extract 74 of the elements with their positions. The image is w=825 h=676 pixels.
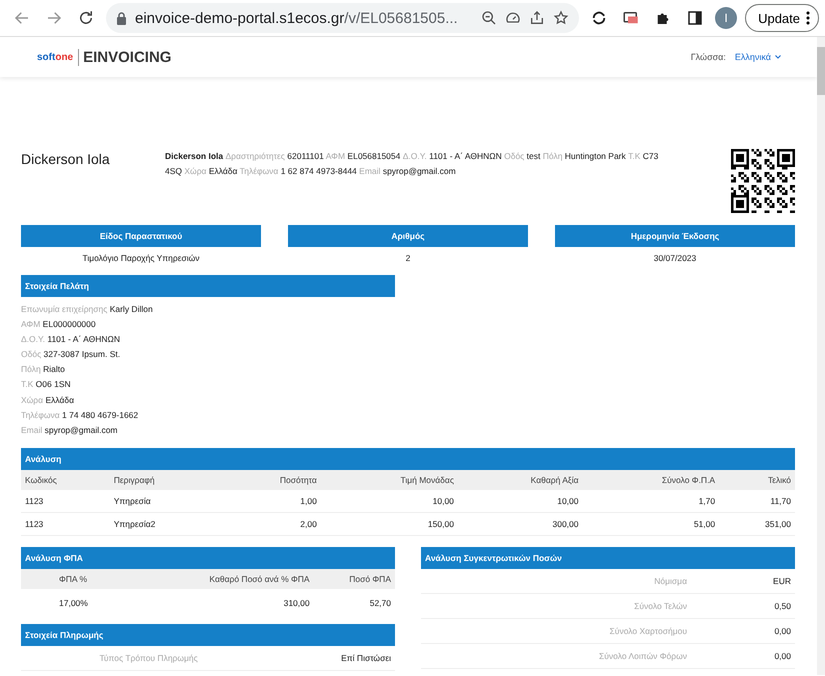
section-header: Ημερομηνία Έκδοσης xyxy=(555,225,795,247)
column-header: ΦΠΑ % xyxy=(21,568,137,589)
issuer-title: Dickerson Iola xyxy=(21,150,111,167)
more-icon xyxy=(806,11,810,25)
table-cell: 51,00 xyxy=(582,512,720,536)
section-header: Ανάλυση ΦΠΑ xyxy=(21,546,395,569)
language-dropdown[interactable]: Ελληνικά xyxy=(734,52,781,62)
zoom-out-icon[interactable] xyxy=(481,10,498,26)
column-header: Τελικό xyxy=(719,470,795,490)
table-cell: 351,00 xyxy=(719,512,795,536)
totals-value: EUR xyxy=(747,568,795,594)
chevron-down-icon xyxy=(775,55,781,59)
section-header: Ανάλυση Συγκεντρωτικών Ποσών xyxy=(421,546,795,569)
customer-field: Τ.Κ O06 1SN xyxy=(21,377,395,393)
column-header: Περιγραφή xyxy=(110,470,221,490)
share-icon[interactable] xyxy=(529,10,546,26)
section-header: Στοιχεία Πληρωμής xyxy=(21,624,395,646)
section-header: Αριθμός xyxy=(288,225,528,247)
customer-field: Επωνυμία επιχείρησης Karly Dillon xyxy=(21,302,395,318)
section-header: Είδος Παραστατικού xyxy=(21,225,261,247)
table-cell: 1123 xyxy=(21,512,110,536)
table-cell: 1123 xyxy=(21,490,110,512)
totals-label: Νόμισμα xyxy=(421,568,747,594)
totals-value: 0,00 xyxy=(747,643,795,668)
scrollbar[interactable] xyxy=(817,37,825,675)
star-icon[interactable] xyxy=(553,10,570,26)
profile-avatar[interactable]: I xyxy=(715,7,738,29)
column-header: Ποσό ΦΠΑ xyxy=(314,568,395,589)
table-cell: 150,00 xyxy=(320,512,458,536)
address-bar[interactable]: einvoice-demo-portal.s1ecos.gr/v/EL05681505... xyxy=(106,3,580,33)
customer-field: Χώρα Ελλάδα xyxy=(21,392,395,408)
customer-field: Δ.Ο.Υ. 1101 - Α΄ ΑΘΗΝΩΝ xyxy=(21,332,395,348)
table-cell: 310,00 xyxy=(136,588,314,614)
payment-label: Τύπος Τρόπου Πληρωμής xyxy=(21,646,318,670)
totals-label: Σύνολο Τελών xyxy=(421,593,747,618)
column-header: Τιμή Μονάδας xyxy=(320,470,458,490)
table-cell: 10,00 xyxy=(320,490,458,512)
section-header: Στοιχεία Πελάτη xyxy=(21,275,395,297)
update-button[interactable]: Update xyxy=(745,4,819,32)
column-header: Καθαρή Αξία xyxy=(458,470,582,490)
table-cell: Υπηρεσία2 xyxy=(110,512,221,536)
lock-icon xyxy=(116,12,127,24)
customer-field: Πόλη Rialto xyxy=(21,362,395,378)
table-cell: 52,70 xyxy=(314,588,395,614)
payment-value: Επί Πιστώσει xyxy=(318,646,395,670)
column-header: Καθαρό Ποσό ανά % ΦΠΑ xyxy=(136,568,314,589)
column-header: Ποσότητα xyxy=(220,470,321,490)
table-cell: Υπηρεσία xyxy=(110,490,221,512)
table-cell: 300,00 xyxy=(458,512,582,536)
customer-field: Τηλέφωνα 1 74 480 4679-1662 xyxy=(21,408,395,423)
column-header: Κωδικός xyxy=(21,470,110,490)
qr-code xyxy=(731,149,795,213)
issuer-details: Dickerson Iola Δραστηριότητες 62011101 ΑΦΜ EL056815054 Δ.Ο.Υ. 1101 - Α΄ ΑΘΗΝΩΝ Οδός test Πόλη Huntington Park Τ.Κ C73 4SQ Χώρα Ελλάδα Τηλέφωνα 1 62 874 4973-8444 Email spyrop@gmail.com xyxy=(165,150,660,178)
document-value: 30/07/2023 xyxy=(652,252,698,263)
product-logo: EINVOICING xyxy=(78,48,172,66)
totals-value: 0,00 xyxy=(747,618,795,644)
table-cell: 10,00 xyxy=(458,490,582,512)
language-label: Γλώσσα: xyxy=(690,52,726,62)
customer-field: Email spyrop@gmail.com xyxy=(21,422,395,438)
totals-label: Σύνολο Λοιπών Φόρων xyxy=(421,643,747,668)
totals-value: 0,50 xyxy=(747,593,795,618)
brand-logo: softone xyxy=(37,52,74,62)
table-cell: 17,00% xyxy=(21,588,137,614)
table-cell: 11,70 xyxy=(719,490,795,512)
section-header: Ανάλυση xyxy=(21,448,795,470)
table-cell: 1,00 xyxy=(220,490,321,512)
totals-label: Σύνολο Χαρτοσήμου xyxy=(421,618,747,644)
column-header: Σύνολο Φ.Π.Α xyxy=(582,470,720,490)
table-cell: 1,70 xyxy=(582,490,720,512)
document-value: Τιμολόγιο Παροχής Υπηρεσιών xyxy=(81,252,201,263)
customer-field: Οδός 327-3087 Ipsum. St. xyxy=(21,347,395,362)
table-cell: 2,00 xyxy=(220,512,321,536)
document-value: 2 xyxy=(404,252,412,263)
customer-field: ΑΦΜ EL000000000 xyxy=(21,317,395,332)
